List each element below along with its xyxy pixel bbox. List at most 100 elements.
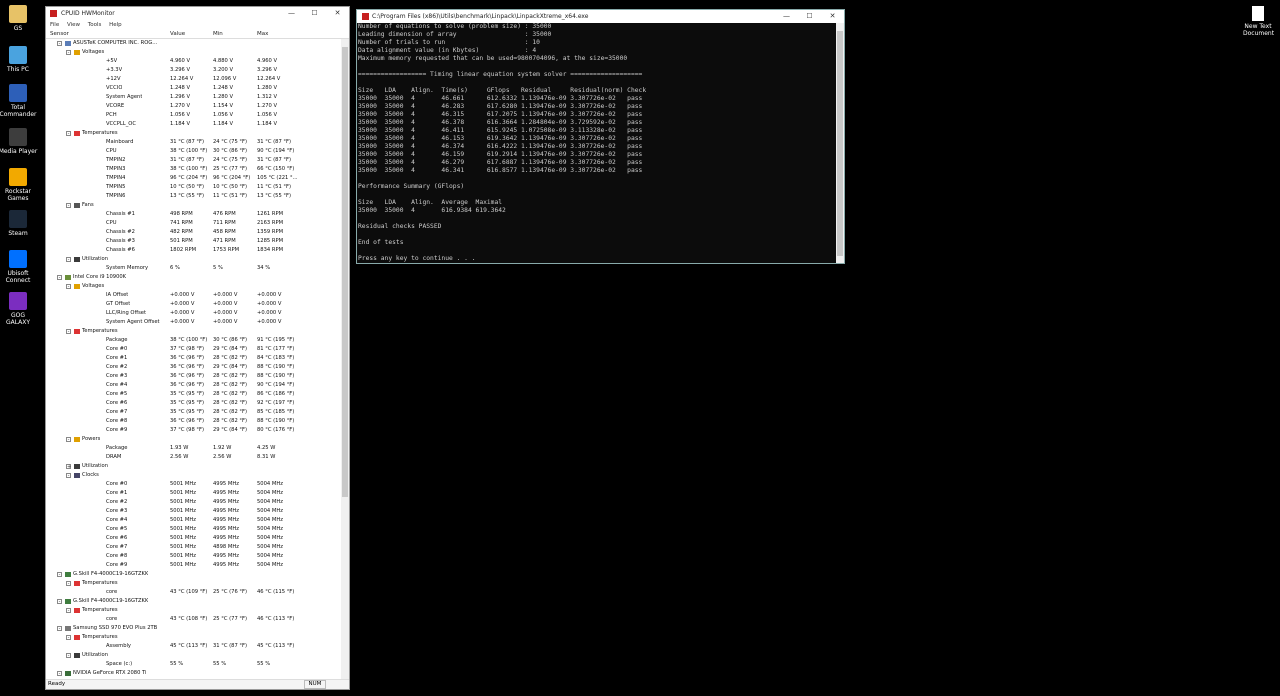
sensor-row[interactable]: +3.3V 3.296 V 3.200 V 3.296 V — [46, 66, 343, 75]
sensor-row[interactable]: System Memory 6 % 5 % 34 % — [46, 264, 343, 273]
collapse-icon[interactable]: - — [66, 473, 71, 479]
sensor-row[interactable]: GT Offset +0.000 V +0.000 V +0.000 V — [46, 300, 343, 309]
column-sensor[interactable]: Sensor — [50, 30, 69, 38]
sensor-row[interactable]: TMPIN4 96 °C (204 °F) 96 °C (204 °F) 105 °C… — [46, 174, 343, 183]
console-scrollbar[interactable] — [836, 23, 844, 263]
sensor-row[interactable]: System Agent 1.296 V 1.280 V 1.312 V — [46, 93, 343, 102]
sensor-row[interactable]: Core #8 5001 MHz 4995 MHz 5004 MHz — [46, 552, 343, 561]
hwmonitor-window[interactable]: CPUID HWMonitor — ☐ ✕ File View Tools He… — [45, 6, 350, 690]
sensor-group[interactable]: - Temperatures — [46, 129, 343, 138]
sensor-group[interactable]: - Temperatures — [46, 606, 343, 615]
console-titlebar[interactable]: C:\Program Files (x86)\Utils\benchmark\L… — [357, 10, 844, 23]
collapse-icon[interactable]: - — [57, 41, 62, 47]
collapse-icon[interactable]: - — [66, 131, 71, 137]
sensor-group[interactable]: - Voltages — [46, 48, 343, 57]
minimize-button[interactable]: — — [775, 10, 798, 23]
sensor-row[interactable]: Core #2 36 °C (96 °F) 29 °C (84 °F) 88 °C (… — [46, 363, 343, 372]
sensor-row[interactable]: IA Offset +0.000 V +0.000 V +0.000 V — [46, 291, 343, 300]
sensor-row[interactable]: Core #4 5001 MHz 4995 MHz 5004 MHz — [46, 516, 343, 525]
collapse-icon[interactable]: - — [57, 626, 62, 632]
desktop-icon[interactable]: Ubisoft Connect — [0, 250, 38, 284]
sensor-row[interactable]: TMPIN2 31 °C (87 °F) 24 °C (75 °F) 31 °C (8… — [46, 156, 343, 165]
sensor-row[interactable]: +12V 12.264 V 12.096 V 12.264 V — [46, 75, 343, 84]
device-node[interactable]: - G.Skill F4-4000C19-16GTZKK — [46, 570, 343, 579]
collapse-icon[interactable]: - — [66, 203, 71, 209]
sensor-row[interactable]: Core #6 35 °C (95 °F) 28 °C (82 °F) 92 °C (… — [46, 399, 343, 408]
sensor-row[interactable]: TMPIN5 10 °C (50 °F) 10 °C (50 °F) 11 °C (5… — [46, 183, 343, 192]
sensor-row[interactable]: Core #9 5001 MHz 4995 MHz 5004 MHz — [46, 561, 343, 570]
sensor-row[interactable]: TMPIN6 13 °C (55 °F) 11 °C (51 °F) 13 °C (5… — [46, 192, 343, 201]
collapse-icon[interactable]: - — [66, 284, 71, 290]
maximize-button[interactable]: ☐ — [798, 10, 821, 23]
sensor-row[interactable]: CPU 741 RPM 711 RPM 2163 RPM — [46, 219, 343, 228]
vertical-scrollbar[interactable] — [341, 39, 349, 682]
sensor-row[interactable]: Core #0 37 °C (98 °F) 29 °C (84 °F) 81 °C (… — [46, 345, 343, 354]
scrollbar-thumb[interactable] — [837, 31, 843, 256]
minimize-button[interactable]: — — [280, 7, 303, 20]
desktop-icon[interactable]: GS — [0, 5, 38, 32]
desktop-icon[interactable]: Media Player — [0, 128, 38, 155]
sensor-group[interactable]: - Utilization — [46, 255, 343, 264]
sensor-row[interactable]: Chassis #3 501 RPM 471 RPM 1285 RPM — [46, 237, 343, 246]
close-button[interactable]: ✕ — [326, 7, 349, 20]
sensor-group[interactable]: + Utilization — [46, 462, 343, 471]
sensor-row[interactable]: Core #5 5001 MHz 4995 MHz 5004 MHz — [46, 525, 343, 534]
sensor-row[interactable]: Chassis #2 482 RPM 458 RPM 1359 RPM — [46, 228, 343, 237]
sensor-row[interactable]: core 43 °C (108 °F) 25 °C (77 °F) 46 °C (11… — [46, 615, 343, 624]
sensor-row[interactable]: Assembly 45 °C (113 °F) 31 °C (87 °F) 45 °C… — [46, 642, 343, 651]
sensor-tree[interactable]: - ASUSTeK COMPUTER INC. ROG... - Voltages +5… — [46, 39, 343, 682]
sensor-row[interactable]: Core #7 5001 MHz 4898 MHz 5004 MHz — [46, 543, 343, 552]
menu-file[interactable]: File — [50, 22, 59, 28]
scrollbar-thumb[interactable] — [342, 47, 348, 497]
sensor-row[interactable]: Chassis #1 498 RPM 476 RPM 1261 RPM — [46, 210, 343, 219]
sensor-row[interactable]: CPU 38 °C (100 °F) 30 °C (86 °F) 90 °C (194… — [46, 147, 343, 156]
expand-icon[interactable]: + — [66, 464, 71, 470]
hwmonitor-titlebar[interactable]: CPUID HWMonitor — ☐ ✕ — [46, 7, 349, 20]
column-value[interactable]: Value — [170, 30, 185, 38]
console-output[interactable]: Number of equations to solve (problem si… — [357, 23, 836, 263]
sensor-group[interactable]: - Fans — [46, 201, 343, 210]
sensor-row[interactable]: Chassis #6 1802 RPM 1753 RPM 1834 RPM — [46, 246, 343, 255]
sensor-row[interactable]: Core #9 37 °C (98 °F) 29 °C (84 °F) 80 °C (… — [46, 426, 343, 435]
collapse-icon[interactable]: - — [66, 437, 71, 443]
collapse-icon[interactable]: - — [57, 275, 62, 281]
sensor-row[interactable]: System Agent Offset +0.000 V +0.000 V +0.00… — [46, 318, 343, 327]
sensor-row[interactable]: Core #3 36 °C (96 °F) 28 °C (82 °F) 88 °C (… — [46, 372, 343, 381]
sensor-row[interactable]: Package 1.93 W 1.92 W 4.25 W — [46, 444, 343, 453]
console-window[interactable]: C:\Program Files (x86)\Utils\benchmark\L… — [356, 9, 845, 264]
menu-help[interactable]: Help — [109, 22, 122, 28]
sensor-row[interactable]: Space (c:) 55 % 55 % 55 % — [46, 660, 343, 669]
sensor-row[interactable]: Core #1 36 °C (96 °F) 28 °C (82 °F) 84 °C (… — [46, 354, 343, 363]
menu-view[interactable]: View — [67, 22, 80, 28]
desktop-icon[interactable]: Steam — [0, 210, 38, 237]
device-node[interactable]: - ASUSTeK COMPUTER INC. ROG... — [46, 39, 343, 48]
collapse-icon[interactable]: - — [66, 329, 71, 335]
sensor-group[interactable]: - Temperatures — [46, 327, 343, 336]
collapse-icon[interactable]: - — [66, 608, 71, 614]
sensor-row[interactable]: PCH 1.056 V 1.056 V 1.056 V — [46, 111, 343, 120]
sensor-row[interactable]: core 43 °C (109 °F) 25 °C (76 °F) 46 °C (11… — [46, 588, 343, 597]
close-button[interactable]: ✕ — [821, 10, 844, 23]
desktop-icon[interactable]: GOG GALAXY — [0, 292, 38, 326]
sensor-row[interactable]: VCORE 1.270 V 1.154 V 1.270 V — [46, 102, 343, 111]
sensor-row[interactable]: +5V 4.960 V 4.880 V 4.960 V — [46, 57, 343, 66]
sensor-row[interactable]: TMPIN3 38 °C (100 °F) 25 °C (77 °F) 66 °C (… — [46, 165, 343, 174]
collapse-icon[interactable]: - — [57, 671, 62, 677]
maximize-button[interactable]: ☐ — [303, 7, 326, 20]
sensor-group[interactable]: - Temperatures — [46, 579, 343, 588]
sensor-row[interactable]: Core #5 35 °C (95 °F) 28 °C (82 °F) 86 °C (… — [46, 390, 343, 399]
desktop-icon[interactable]: This PC — [0, 46, 38, 73]
sensor-group[interactable]: - Voltages — [46, 282, 343, 291]
sensor-row[interactable]: Core #3 5001 MHz 4995 MHz 5004 MHz — [46, 507, 343, 516]
device-node[interactable]: - Intel Core i9 10900K — [46, 273, 343, 282]
collapse-icon[interactable]: - — [57, 572, 62, 578]
device-node[interactable]: - G.Skill F4-4000C19-16GTZKK — [46, 597, 343, 606]
sensor-group[interactable]: - Utilization — [46, 651, 343, 660]
collapse-icon[interactable]: - — [57, 599, 62, 605]
sensor-group[interactable]: - Temperatures — [46, 633, 343, 642]
collapse-icon[interactable]: - — [66, 635, 71, 641]
sensor-row[interactable]: Core #2 5001 MHz 4995 MHz 5004 MHz — [46, 498, 343, 507]
column-min[interactable]: Min — [213, 30, 223, 38]
sensor-row[interactable]: Core #4 36 °C (96 °F) 28 °C (82 °F) 90 °C (… — [46, 381, 343, 390]
sensor-row[interactable]: Core #1 5001 MHz 4995 MHz 5004 MHz — [46, 489, 343, 498]
